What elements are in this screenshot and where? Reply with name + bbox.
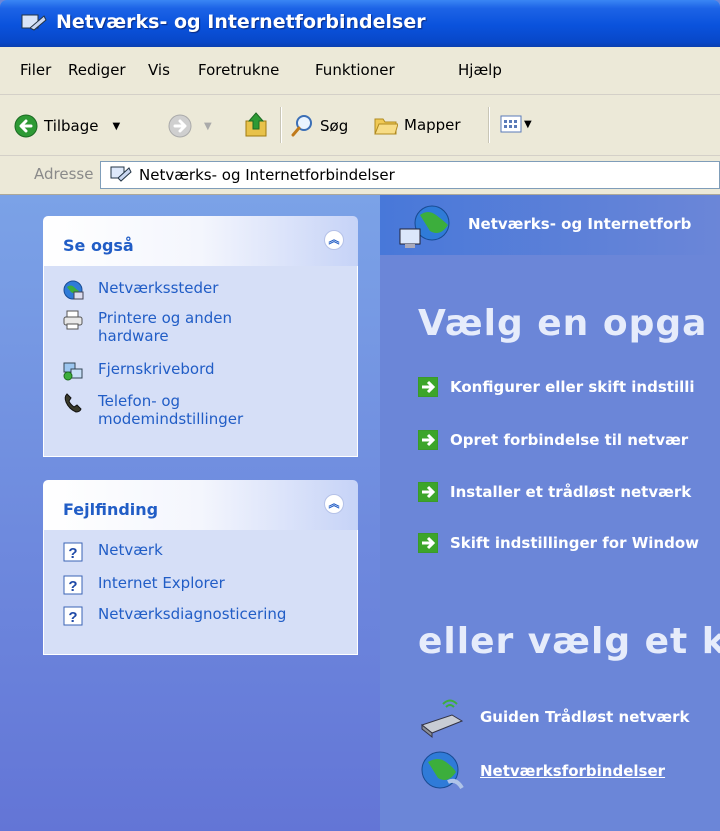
svg-text:?: ?	[68, 609, 77, 626]
choose-task-heading: Vælg en opga	[418, 303, 708, 344]
printer-icon	[63, 310, 83, 330]
menu-favorites[interactable]: Foretrukne	[198, 61, 279, 79]
chevron-down-icon: ▼	[524, 118, 532, 130]
menu-file[interactable]: Filer	[20, 61, 51, 79]
icon-item-label: Guiden Trådløst netværk	[480, 708, 690, 726]
remote-desktop-icon	[63, 362, 83, 381]
task-link[interactable]: Skift indstillinger for Window	[418, 532, 699, 554]
toolbar: Tilbage ▼ ▼ Søg Mapper ▼	[0, 95, 720, 156]
back-button[interactable]: Tilbage ▼	[14, 114, 120, 138]
category-header: Netværks- og Internetforb	[380, 195, 720, 255]
network-connections-icon	[421, 751, 464, 790]
help-icon: ?	[63, 606, 83, 626]
views-icon	[500, 115, 522, 133]
menu-view[interactable]: Vis	[148, 61, 170, 79]
see-also-label: Netværkssteder	[98, 279, 219, 297]
svg-text:?: ?	[68, 545, 77, 562]
task-label: Skift indstillinger for Window	[450, 534, 699, 552]
search-label: Søg	[320, 117, 349, 135]
see-also-item-remote-desktop[interactable]: Fjernskrivebord	[62, 360, 215, 382]
folder-icon	[374, 118, 398, 135]
phone-icon	[64, 393, 82, 413]
task-label: Konfigurer eller skift indstilli	[450, 378, 695, 396]
collapse-chevron-icon[interactable]: ︽	[324, 230, 344, 250]
green-arrow-icon	[418, 377, 438, 397]
address-bar: Adresse Netværks- og Internetforbindelse…	[0, 156, 720, 195]
up-folder-icon[interactable]	[243, 111, 269, 139]
see-also-panel: Netværkssteder Printere og anden hardwar…	[43, 266, 358, 457]
see-also-item-printers[interactable]: Printere og anden hardware	[62, 309, 292, 345]
task-link[interactable]: Installer et trådløst netværk	[418, 481, 691, 503]
troubleshooting-item-ie[interactable]: ? Internet Explorer	[62, 574, 225, 596]
see-also-label: Fjernskrivebord	[98, 360, 215, 378]
control-panel-icon-item[interactable]: Netværksforbindelser	[418, 748, 665, 794]
menu-help[interactable]: Hjælp	[458, 61, 502, 79]
back-arrow-icon	[14, 114, 38, 138]
forward-arrow-icon	[168, 114, 192, 138]
task-label: Opret forbindelse til netvær	[450, 431, 689, 449]
right-content-pane: Netværks- og Internetforb Vælg en opga K…	[380, 195, 720, 831]
troubleshooting-header[interactable]: Fejlfinding ︽	[43, 480, 358, 530]
address-input[interactable]: Netværks- og Internetforbindelser	[100, 161, 720, 189]
menu-tools[interactable]: Funktioner	[315, 61, 395, 79]
troubleshooting-label: Netværk	[98, 541, 163, 559]
toolbar-separator	[488, 107, 490, 143]
title-bar[interactable]: Netværks- og Internetforbindelser	[0, 0, 720, 47]
folders-label: Mapper	[404, 116, 461, 134]
left-task-pane: Se også ︽ Netværkssteder Printere og and…	[0, 195, 380, 831]
menu-edit[interactable]: Rediger	[68, 61, 126, 79]
see-also-label: Telefon- og modemindstillinger	[98, 392, 244, 428]
wireless-wizard-icon	[420, 699, 464, 739]
address-value: Netværks- og Internetforbindelser	[139, 166, 395, 184]
search-icon	[291, 115, 312, 137]
green-arrow-icon	[418, 430, 438, 450]
troubleshooting-label: Netværksdiagnosticering	[98, 605, 287, 623]
control-panel-icon-item[interactable]: Guiden Trådløst netværk	[418, 695, 689, 739]
troubleshooting-item-diagnostics[interactable]: ? Netværksdiagnosticering	[62, 605, 286, 627]
see-also-item-phone-modem[interactable]: Telefon- og modemindstillinger	[62, 392, 302, 428]
see-also-title: Se også	[63, 236, 134, 255]
chevron-down-icon[interactable]: ▼	[113, 121, 121, 132]
troubleshooting-title: Fejlfinding	[63, 500, 159, 519]
green-arrow-icon	[418, 533, 438, 553]
search-button[interactable]: Søg	[290, 114, 348, 138]
green-arrow-icon	[418, 482, 438, 502]
network-internet-icon	[399, 205, 450, 248]
see-also-header[interactable]: Se også ︽	[43, 216, 358, 266]
toolbar-separator	[280, 107, 282, 143]
help-icon: ?	[63, 542, 83, 562]
task-link[interactable]: Opret forbindelse til netvær	[418, 429, 688, 451]
folders-button[interactable]: Mapper	[374, 114, 461, 136]
address-label: Adresse	[34, 165, 94, 183]
svg-text:?: ?	[68, 578, 77, 595]
see-also-item-network-places[interactable]: Netværkssteder	[62, 279, 218, 301]
task-link[interactable]: Konfigurer eller skift indstilli	[418, 376, 695, 398]
forward-button[interactable]: ▼	[168, 114, 212, 138]
troubleshooting-item-network[interactable]: ? Netværk	[62, 541, 163, 563]
collapse-chevron-icon[interactable]: ︽	[324, 494, 344, 514]
troubleshooting-label: Internet Explorer	[98, 574, 225, 592]
control-panel-icon-heading: eller vælg et k	[418, 621, 720, 662]
views-button[interactable]: ▼	[500, 114, 532, 134]
menu-bar: Filer Rediger Vis Foretrukne Funktioner …	[0, 47, 720, 95]
icon-item-label: Netværksforbindelser	[480, 762, 666, 780]
chevron-down-icon[interactable]: ▼	[204, 121, 212, 132]
window-title: Netværks- og Internetforbindelser	[56, 11, 426, 33]
network-connections-icon	[110, 166, 132, 182]
help-icon: ?	[63, 575, 83, 595]
see-also-label: Printere og anden hardware	[98, 309, 232, 345]
troubleshooting-panel: ? Netværk ? Internet Explorer ? Netværks…	[43, 530, 358, 655]
back-label: Tilbage	[44, 117, 99, 135]
network-places-icon	[63, 280, 84, 300]
category-title: Netværks- og Internetforb	[468, 215, 692, 233]
network-connections-icon	[21, 14, 47, 31]
task-label: Installer et trådløst netværk	[450, 483, 692, 501]
